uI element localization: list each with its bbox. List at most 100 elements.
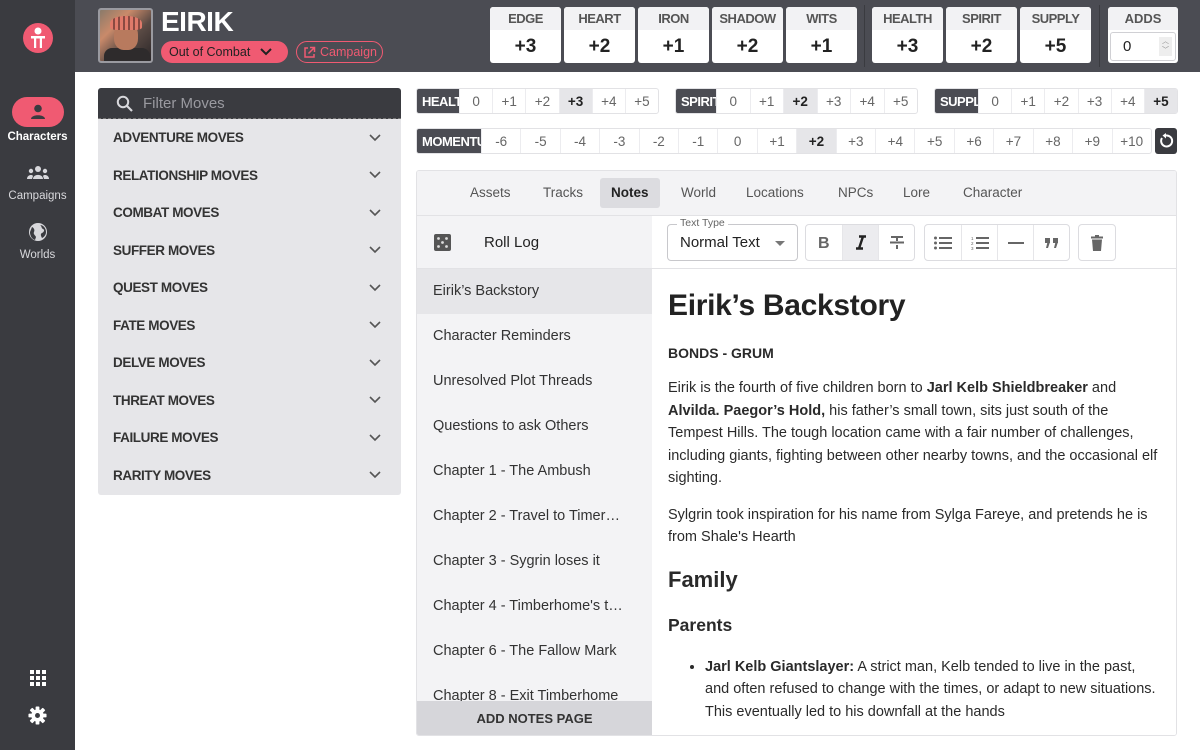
tab-lore[interactable]: Lore <box>892 178 941 208</box>
meter-option[interactable]: +1 <box>492 89 525 113</box>
move-category-item[interactable]: SUFFER MOVES <box>98 232 401 270</box>
stat-value: +5 <box>1044 36 1067 57</box>
character-portrait[interactable] <box>98 8 153 63</box>
meter-option[interactable]: +5 <box>624 89 658 113</box>
add-notes-page-button[interactable]: ADD NOTES PAGE <box>417 701 652 735</box>
apps-button[interactable] <box>0 670 75 686</box>
resource-health[interactable]: HEALTH +3 <box>872 7 943 63</box>
move-category-item[interactable]: RELATIONSHIP MOVES <box>98 157 401 195</box>
meter-option[interactable]: +5 <box>914 129 953 153</box>
meter-option[interactable]: -4 <box>559 129 599 153</box>
notes-page-item[interactable]: Unresolved Plot Threads <box>417 359 652 404</box>
quote-button[interactable] <box>1033 225 1069 260</box>
campaign-link-button[interactable]: Campaign <box>296 41 383 63</box>
italic-button[interactable] <box>842 225 878 260</box>
notes-page-item[interactable]: Questions to ask Others <box>417 404 652 449</box>
meter-option[interactable]: +3 <box>835 129 875 153</box>
meter-option[interactable]: +1 <box>1011 89 1044 113</box>
settings-button[interactable] <box>0 706 75 725</box>
tab-notes[interactable]: Notes <box>600 178 660 208</box>
meter-option[interactable]: +3 <box>558 89 592 113</box>
stat-edge[interactable]: EDGE +3 <box>490 7 561 63</box>
nav-item-campaigns[interactable]: Campaigns <box>0 158 75 202</box>
meter-option[interactable]: -2 <box>638 129 678 153</box>
tab-locations[interactable]: Locations <box>735 178 815 208</box>
meter-option[interactable]: +2 <box>525 89 558 113</box>
move-category-item[interactable]: THREAT MOVES <box>98 382 401 420</box>
resource-supply[interactable]: SUPPLY +5 <box>1020 7 1091 63</box>
spinner-icon[interactable]: ︿ ﹀ <box>1159 37 1172 56</box>
move-category-item[interactable]: ADVENTURE MOVES <box>98 119 401 157</box>
move-category-item[interactable]: COMBAT MOVES <box>98 194 401 232</box>
meter-option[interactable]: +7 <box>993 129 1032 153</box>
meter-option[interactable]: +4 <box>875 129 914 153</box>
meter-option[interactable]: +1 <box>756 129 796 153</box>
meter-option[interactable]: 0 <box>716 89 750 113</box>
stat-iron[interactable]: IRON +1 <box>638 7 709 63</box>
nav-item-worlds[interactable]: Worlds <box>0 217 75 261</box>
meter-option[interactable]: +2 <box>1044 89 1077 113</box>
tab-assets[interactable]: Assets <box>459 178 522 208</box>
notes-page-item[interactable]: Character Reminders <box>417 314 652 359</box>
meter-option[interactable]: +10 <box>1111 129 1151 153</box>
notes-page-item[interactable]: Eirik’s Backstory <box>417 269 652 314</box>
meter-option[interactable]: 0 <box>978 89 1011 113</box>
notes-page-item[interactable]: Chapter 1 - The Ambush <box>417 449 652 494</box>
notes-page-item[interactable]: Chapter 3 - Sygrin loses it <box>417 539 652 584</box>
text-type-select[interactable]: Text Type Normal Text <box>667 217 798 261</box>
tab-tracks[interactable]: Tracks <box>532 178 594 208</box>
meter-option[interactable]: -5 <box>520 129 559 153</box>
numbered-list-button[interactable]: 123 <box>961 225 997 260</box>
meter-option[interactable]: +5 <box>1143 89 1177 113</box>
stat-wits[interactable]: WITS +1 <box>786 7 857 63</box>
meter-option[interactable]: -1 <box>678 129 717 153</box>
meter-option[interactable]: -6 <box>481 129 520 153</box>
move-category-item[interactable]: DELVE MOVES <box>98 344 401 382</box>
adds-input[interactable]: 0 ︿ ﹀ <box>1110 32 1176 61</box>
meter-option[interactable]: 0 <box>459 89 492 113</box>
horizontal-rule-button[interactable] <box>997 225 1033 260</box>
delete-page-button[interactable] <box>1079 225 1115 260</box>
combat-status-dropdown[interactable]: Out of Combat <box>161 41 288 63</box>
app-logo[interactable] <box>23 23 53 53</box>
tab-character[interactable]: Character <box>952 178 1033 208</box>
move-category-item[interactable]: QUEST MOVES <box>98 269 401 307</box>
filter-moves-input[interactable]: Filter Moves <box>98 88 401 119</box>
bold-button[interactable]: B <box>806 225 842 260</box>
meter-option[interactable]: +3 <box>1077 89 1111 113</box>
reset-momentum-button[interactable] <box>1155 128 1177 154</box>
notes-page-item[interactable]: Chapter 2 - Travel to Timer… <box>417 494 652 539</box>
tab-npcs[interactable]: NPCs <box>827 178 884 208</box>
meter-option[interactable]: +5 <box>883 89 918 113</box>
move-category-item[interactable]: RARITY MOVES <box>98 457 401 495</box>
meter-option[interactable]: +3 <box>816 89 851 113</box>
meter-option[interactable]: +4 <box>850 89 884 113</box>
bullet-list-button[interactable] <box>925 225 961 260</box>
meter-option[interactable]: +9 <box>1072 129 1111 153</box>
notes-page-item[interactable]: Chapter 4 - Timberhome's t… <box>417 584 652 629</box>
stat-shadow[interactable]: SHADOW +2 <box>712 7 783 63</box>
meter-option[interactable]: +4 <box>591 89 625 113</box>
tab-world[interactable]: World <box>670 178 727 208</box>
meter-option[interactable]: -3 <box>599 129 638 153</box>
strikethrough-button[interactable] <box>878 225 914 260</box>
notes-page-item[interactable]: Chapter 6 - The Fallow Mark <box>417 629 652 674</box>
stat-name: IRON <box>638 7 709 30</box>
meter-option[interactable]: +4 <box>1110 89 1144 113</box>
meter-option[interactable]: +1 <box>749 89 784 113</box>
nav-item-characters[interactable]: Characters <box>0 97 75 143</box>
resource-spirit[interactable]: SPIRIT +2 <box>946 7 1017 63</box>
meter-option[interactable]: +6 <box>953 129 993 153</box>
stat-heart[interactable]: HEART +2 <box>564 7 635 63</box>
caret-down-icon <box>775 241 785 246</box>
roll-log-item[interactable]: Roll Log <box>417 216 652 269</box>
meter-option[interactable]: +2 <box>796 129 836 153</box>
dice-icon <box>434 233 451 251</box>
move-category-item[interactable]: FAILURE MOVES <box>98 419 401 457</box>
meter-option[interactable]: +2 <box>783 89 817 113</box>
move-category-item[interactable]: FATE MOVES <box>98 307 401 345</box>
meter-option[interactable]: +8 <box>1032 129 1072 153</box>
meter-option[interactable]: 0 <box>717 129 756 153</box>
note-editor[interactable]: Eirik’s Backstory BONDS - GRUM Eirik is … <box>652 269 1176 735</box>
moves-panel: Filter Moves ADVENTURE MOVES RELATIONSHIP… <box>98 88 401 495</box>
